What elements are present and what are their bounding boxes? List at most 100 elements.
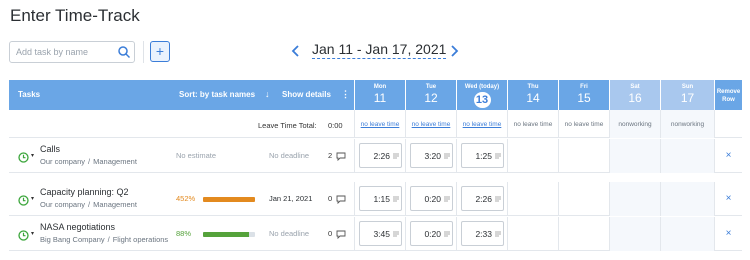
note-lines-icon[interactable] [444, 196, 450, 202]
path-separator: / [107, 235, 110, 244]
time-entry-input[interactable]: 0:20 [410, 221, 453, 246]
time-entry-input[interactable]: 2:26 [461, 186, 504, 211]
leave-time-label: Leave Time Total: [258, 121, 317, 130]
comment-count: 0 [328, 194, 333, 203]
day-name: Thu [527, 84, 539, 90]
time-value: 0:20 [424, 194, 441, 204]
time-cell-sat [609, 217, 660, 251]
note-lines-icon[interactable] [495, 196, 501, 202]
note-lines-icon[interactable] [393, 231, 399, 237]
time-entry-input[interactable]: 2:33 [461, 221, 504, 246]
day-header-tue: Tue 12 [405, 80, 456, 110]
sort-selector[interactable]: Sort: by task names [179, 90, 255, 99]
comment-icon [336, 230, 346, 239]
day-header-fri: Fri 15 [558, 80, 609, 110]
time-entry-input[interactable]: 3:20 [410, 143, 453, 168]
caret-down-icon[interactable]: ▾ [31, 153, 36, 159]
search-icon[interactable] [117, 45, 131, 59]
chevron-left-icon[interactable] [290, 43, 302, 59]
task-project: Management [93, 157, 137, 166]
task-comments[interactable]: 0 [328, 229, 346, 239]
task-row: ▾ Capacity planning: Q2 Our company / Mana… [9, 182, 742, 216]
leave-time-total: 0:00 [328, 121, 343, 130]
task-path: Big Bang Company / Flight operations [40, 235, 168, 244]
time-value: 2:33 [475, 229, 492, 239]
add-task-button[interactable]: + [150, 41, 170, 62]
clock-icon[interactable] [18, 152, 29, 163]
task-project: Flight operations [112, 235, 169, 244]
caret-down-icon[interactable]: ▾ [31, 196, 36, 202]
leave-cell-thu: no leave time [507, 110, 558, 138]
task-search-field[interactable] [9, 41, 135, 63]
leave-link-wed[interactable]: no leave time [456, 110, 507, 138]
time-value: 3:20 [424, 151, 441, 161]
remove-row-button[interactable]: × [714, 182, 742, 216]
day-name: Fri [580, 84, 588, 90]
task-name[interactable]: NASA negotiations [40, 222, 115, 232]
time-cell-sun [660, 182, 714, 216]
note-lines-icon[interactable] [393, 153, 399, 159]
today-badge: 13 [473, 92, 491, 108]
note-lines-icon[interactable] [444, 231, 450, 237]
time-entry-input[interactable]: 0:20 [410, 186, 453, 211]
comment-icon [336, 152, 346, 161]
remove-row-button[interactable]: × [714, 139, 742, 173]
task-row: ▾ Calls Our company / Management No estima… [9, 139, 742, 173]
task-path: Our company / Management [40, 157, 137, 166]
task-deadline: No deadline [269, 229, 310, 238]
remove-row-button[interactable]: × [714, 217, 742, 251]
note-lines-icon[interactable] [495, 231, 501, 237]
leave-link-mon[interactable]: no leave time [354, 110, 405, 138]
leave-link-tue[interactable]: no leave time [405, 110, 456, 138]
task-name[interactable]: Calls [40, 144, 60, 154]
show-details-toggle[interactable]: Show details [282, 90, 331, 99]
details-menu-icon[interactable]: ⋮ [341, 89, 350, 100]
comment-count: 0 [328, 229, 333, 238]
leave-time-row: Leave Time Total: 0:00 no leave time no … [9, 110, 742, 138]
toolbar-divider [143, 41, 144, 63]
comment-icon [336, 195, 346, 204]
day-header-wed: Wed (today) 13 [456, 80, 507, 110]
day-number: 14 [526, 91, 540, 105]
estimate-progress-fill [203, 232, 249, 237]
time-cell-wed: 1:25 [456, 139, 507, 173]
estimate-progress-bar [203, 197, 255, 202]
estimate-progress-bar [203, 232, 255, 237]
time-cell-thu [507, 139, 558, 173]
task-path: Our company / Management [40, 200, 137, 209]
task-row: ▾ NASA negotiations Big Bang Company / Fli… [9, 217, 742, 251]
task-search-input[interactable] [10, 42, 114, 62]
task-comments[interactable]: 0 [328, 194, 346, 204]
time-entry-input[interactable]: 1:15 [359, 186, 402, 211]
time-entry-input[interactable]: 2:26 [359, 143, 402, 168]
caret-down-icon[interactable]: ▾ [31, 231, 36, 237]
task-company: Big Bang Company [40, 235, 105, 244]
task-name[interactable]: Capacity planning: Q2 [40, 187, 129, 197]
note-lines-icon[interactable] [393, 196, 399, 202]
task-deadline: Jan 21, 2021 [269, 194, 313, 203]
task-comments[interactable]: 2 [328, 151, 346, 161]
day-name: Sat [630, 84, 640, 90]
clock-icon[interactable] [18, 195, 29, 206]
chevron-right-icon[interactable] [448, 43, 460, 59]
grid-header: Tasks Sort: by task names ↓ Show details… [9, 80, 742, 110]
time-value: 1:15 [373, 194, 390, 204]
leave-cell-sun: nonworking [660, 110, 714, 138]
time-cell-tue: 3:20 [405, 139, 456, 173]
tasks-column-header: Tasks [18, 90, 41, 99]
task-estimate-percent: 452% [176, 194, 196, 203]
remove-row-header-line1: Remove [716, 89, 741, 95]
day-name: Sun [681, 84, 694, 90]
note-lines-icon[interactable] [444, 153, 450, 159]
time-cell-tue: 0:20 [405, 182, 456, 216]
time-entry-input[interactable]: 1:25 [461, 143, 504, 168]
time-cell-mon: 3:45 [354, 217, 405, 251]
date-range-picker[interactable]: Jan 11 - Jan 17, 2021 [312, 41, 447, 59]
note-lines-icon[interactable] [495, 153, 501, 159]
clock-icon[interactable] [18, 230, 29, 241]
time-entry-input[interactable]: 3:45 [359, 221, 402, 246]
time-cell-sun [660, 139, 714, 173]
time-cell-sun [660, 217, 714, 251]
sort-direction-icon[interactable]: ↓ [265, 89, 270, 99]
page-title: Enter Time-Track [10, 6, 140, 25]
